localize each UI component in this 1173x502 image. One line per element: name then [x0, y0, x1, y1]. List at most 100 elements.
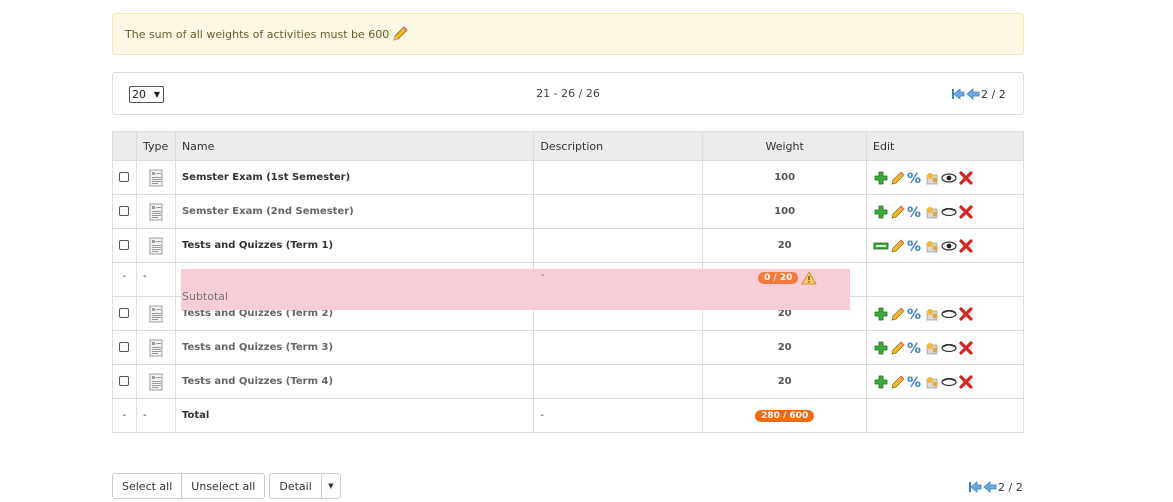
- row-description: [533, 160, 704, 195]
- pencil-icon[interactable]: [890, 340, 906, 356]
- total-label: Total: [174, 398, 535, 433]
- row-description: [533, 364, 704, 399]
- svg-text:%: %: [907, 171, 921, 186]
- settings-icon[interactable]: [924, 306, 940, 322]
- percent-icon[interactable]: %: [907, 340, 923, 357]
- add-icon[interactable]: [873, 374, 889, 390]
- row-checkbox[interactable]: [119, 172, 130, 182]
- pencil-icon[interactable]: [890, 306, 906, 322]
- header-weight: Weight: [702, 131, 868, 161]
- collapse-icon[interactable]: [873, 238, 889, 254]
- page-nav: 2 / 2: [951, 87, 1006, 101]
- row-checkbox[interactable]: [119, 206, 130, 216]
- row-name: Tests and Quizzes (Term 2): [174, 296, 535, 331]
- add-icon[interactable]: [873, 340, 889, 356]
- header-select: [112, 131, 137, 161]
- row-name: Tests and Quizzes (Term 4): [174, 364, 535, 399]
- row-weight: 20: [702, 228, 868, 263]
- total-type: -: [135, 398, 176, 433]
- row-weight: 100: [702, 194, 868, 229]
- percent-icon[interactable]: %: [907, 374, 923, 391]
- delete-icon[interactable]: [958, 374, 974, 390]
- warning-icon: [801, 271, 818, 285]
- row-description: [533, 194, 704, 229]
- delete-icon[interactable]: [958, 204, 974, 220]
- eye-icon[interactable]: [941, 170, 957, 186]
- bulk-actions: Select all Unselect all Detail ▼: [112, 473, 341, 499]
- pencil-icon[interactable]: [890, 204, 906, 220]
- select-all-button[interactable]: Select all: [112, 473, 183, 499]
- percent-icon[interactable]: %: [907, 170, 923, 187]
- row-weight: 20: [702, 296, 868, 331]
- previous-page-icon[interactable]: [983, 480, 997, 494]
- row-weight: 20: [702, 364, 868, 399]
- row-description: [533, 296, 704, 331]
- add-icon[interactable]: [873, 306, 889, 322]
- previous-page-icon[interactable]: [966, 87, 980, 101]
- total-description: -: [533, 398, 704, 433]
- eye-closed-icon[interactable]: [941, 374, 957, 390]
- settings-icon[interactable]: [924, 340, 940, 356]
- pencil-icon[interactable]: [391, 25, 409, 43]
- add-icon[interactable]: [873, 170, 889, 186]
- detail-dropdown-button[interactable]: ▼: [321, 473, 341, 499]
- eye-closed-icon[interactable]: [941, 204, 957, 220]
- subtotal-badge: 0 / 20: [758, 272, 799, 284]
- svg-text:%: %: [907, 307, 921, 322]
- settings-icon[interactable]: [924, 204, 940, 220]
- row-checkbox[interactable]: [119, 376, 130, 386]
- total-row: - - Total - 280 / 600: [112, 398, 1024, 433]
- document-icon: [148, 339, 164, 357]
- document-icon: [148, 305, 164, 323]
- total-badge: 280 / 600: [755, 409, 815, 422]
- table-row: Tests and Quizzes (Term 2) 20 %: [112, 296, 1024, 331]
- header-description: Description: [533, 131, 704, 161]
- subtotal-type: -: [135, 262, 176, 297]
- delete-icon[interactable]: [958, 306, 974, 322]
- subtotal-select: -: [112, 262, 137, 297]
- weight-warning: The sum of all weights of activities mus…: [112, 13, 1024, 55]
- delete-icon[interactable]: [958, 238, 974, 254]
- pencil-icon[interactable]: [890, 238, 906, 254]
- settings-icon[interactable]: [924, 170, 940, 186]
- page-indicator: 2 / 2: [981, 87, 1006, 101]
- row-weight: 100: [702, 160, 868, 195]
- eye-icon[interactable]: [941, 238, 957, 254]
- eye-closed-icon[interactable]: [941, 340, 957, 356]
- row-description: [533, 330, 704, 365]
- detail-button[interactable]: Detail: [269, 473, 322, 499]
- percent-icon[interactable]: %: [907, 238, 923, 255]
- row-description: [533, 228, 704, 263]
- row-checkbox[interactable]: [119, 342, 130, 352]
- first-page-icon[interactable]: [951, 87, 965, 101]
- header-type: Type: [135, 131, 176, 161]
- unselect-all-button[interactable]: Unselect all: [182, 473, 266, 499]
- total-select: -: [112, 398, 137, 433]
- row-name: Tests and Quizzes (Term 3): [174, 330, 535, 365]
- delete-icon[interactable]: [958, 340, 974, 356]
- svg-text:%: %: [907, 341, 921, 356]
- subtotal-description: -: [541, 270, 545, 281]
- svg-text:%: %: [907, 375, 921, 390]
- svg-text:%: %: [907, 239, 921, 254]
- subtotal-weight: 0 / 20: [758, 271, 818, 285]
- table-row: Semster Exam (1st Semester) 100 %: [112, 160, 1024, 195]
- document-icon: [148, 203, 164, 221]
- document-icon: [148, 169, 164, 187]
- warning-text: The sum of all weights of activities mus…: [125, 27, 390, 41]
- table-row: Semster Exam (2nd Semester) 100 %: [112, 194, 1024, 229]
- delete-icon[interactable]: [958, 170, 974, 186]
- percent-icon[interactable]: %: [907, 306, 923, 323]
- pencil-icon[interactable]: [890, 170, 906, 186]
- row-checkbox[interactable]: [119, 240, 130, 250]
- add-icon[interactable]: [873, 204, 889, 220]
- page-indicator: 2 / 2: [998, 480, 1023, 494]
- eye-closed-icon[interactable]: [941, 306, 957, 322]
- row-checkbox[interactable]: [119, 308, 130, 318]
- first-page-icon[interactable]: [968, 480, 982, 494]
- record-range: 21 - 26 / 26: [536, 87, 600, 100]
- settings-icon[interactable]: [924, 238, 940, 254]
- settings-icon[interactable]: [924, 374, 940, 390]
- pencil-icon[interactable]: [890, 374, 906, 390]
- percent-icon[interactable]: %: [907, 204, 923, 221]
